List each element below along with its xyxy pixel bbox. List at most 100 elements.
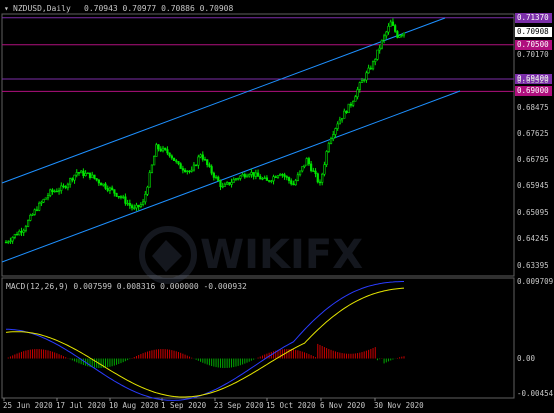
ohlc-label: 0.70943 0.70977 0.70886 0.70908: [84, 4, 234, 13]
candle-body: [325, 151, 328, 166]
candle-body: [376, 49, 379, 60]
price-axis-tick: 0.66795: [517, 154, 549, 164]
candle-body: [394, 25, 397, 32]
candle-body: [159, 148, 162, 152]
candle-body: [161, 147, 165, 152]
candle-body: [95, 178, 98, 181]
candle-body: [312, 170, 315, 172]
candle-body: [347, 103, 350, 114]
chart-window[interactable]: WIKIFX ▾ NZDUSD,Daily 0.70943 0.70977 0.…: [0, 0, 554, 413]
candle-body: [166, 149, 169, 154]
macd-panel-frame: [1, 277, 515, 399]
candle-body: [177, 161, 180, 165]
candle-body: [102, 183, 105, 186]
price-axis-tick: 0.65945: [517, 181, 549, 191]
candle-body: [111, 187, 114, 190]
macd-label: MACD(12,26,9) 0.007599 0.008316 0.000000…: [6, 282, 247, 291]
candle-body: [141, 201, 145, 205]
candle-body: [124, 196, 127, 204]
candle-body: [252, 172, 255, 177]
candle-body: [378, 47, 381, 51]
candle-body: [135, 204, 138, 209]
date-axis-tick: 10 Aug 2020: [109, 401, 159, 410]
candle-body: [305, 158, 308, 166]
candle-body: [197, 156, 200, 166]
candle-body: [316, 173, 319, 183]
candle-body: [228, 182, 231, 185]
candle-body: [44, 197, 47, 200]
candle-body: [20, 230, 23, 233]
candle-body: [338, 119, 341, 125]
candle-body: [261, 178, 264, 180]
candle-body: [206, 159, 209, 166]
price-axis-tick: 0.63395: [517, 260, 549, 270]
candle-body: [250, 172, 253, 175]
candle-body: [212, 172, 215, 178]
last-price-tag: 0.70908: [515, 27, 552, 38]
candle-body: [33, 209, 36, 215]
candle-body: [281, 174, 284, 176]
price-axis-tick: 0.70170: [517, 50, 549, 60]
date-axis-tick: 1 Sep 2020: [161, 401, 207, 410]
candle-body: [139, 204, 142, 208]
candle-body: [234, 178, 238, 180]
candle-body: [210, 166, 213, 174]
candle-body: [283, 174, 286, 177]
candle-body: [66, 183, 70, 189]
candle-body: [287, 177, 291, 181]
candle-body: [153, 156, 156, 166]
candle-body: [298, 170, 302, 176]
candle-body: [168, 152, 171, 157]
candles[interactable]: [4, 18, 406, 245]
candle-body: [343, 110, 346, 119]
candle-body: [146, 186, 149, 195]
candle-body: [40, 201, 43, 204]
candle-body: [332, 134, 335, 140]
candle-body: [29, 215, 32, 221]
candle-body: [259, 176, 262, 180]
candle-body: [303, 164, 306, 167]
candle-body: [208, 164, 211, 167]
candle-body: [186, 170, 189, 173]
candle-body: [49, 189, 52, 196]
price-chart[interactable]: WIKIFX: [0, 0, 554, 413]
candle-body: [128, 202, 131, 206]
candle-body: [195, 164, 198, 167]
level-tag-3: 0.69000: [515, 86, 552, 97]
candle-body: [93, 174, 96, 179]
wikifx-watermark: WIKIFX: [139, 226, 363, 284]
candle-body: [367, 67, 370, 74]
candle-body: [217, 176, 220, 182]
candle-body: [69, 178, 72, 185]
chart-menu-icon[interactable]: ▾: [4, 4, 9, 14]
candle-body: [11, 237, 14, 242]
candle-body: [356, 89, 359, 98]
candle-body: [117, 195, 120, 198]
candle-body: [243, 174, 246, 178]
candle-body: [323, 164, 326, 175]
channel-upper-line[interactable]: [1, 17, 446, 184]
price-axis-tick: 0.65095: [517, 207, 549, 217]
candle-body: [82, 170, 85, 176]
price-axis-tick: 0.67625: [517, 129, 549, 139]
candle-body: [349, 103, 353, 106]
candle-body: [345, 110, 348, 114]
candle-body: [248, 174, 251, 177]
candle-body: [256, 172, 260, 177]
candle-body: [144, 193, 147, 203]
candle-body: [24, 226, 28, 231]
candle-body: [181, 168, 184, 171]
candle-body: [230, 182, 233, 185]
candle-body: [80, 170, 83, 174]
candle-body: [31, 214, 34, 216]
candle-body: [296, 174, 299, 181]
macd-axis-tick: 0.009709: [517, 276, 554, 286]
candle-body: [51, 189, 54, 192]
macd-axis-tick: 0.00: [517, 353, 536, 363]
candle-body: [290, 180, 293, 185]
candle-body: [219, 180, 222, 187]
candle-body: [9, 240, 12, 243]
candle-body: [46, 195, 50, 199]
candle-body: [336, 123, 339, 129]
candle-body: [245, 175, 249, 178]
